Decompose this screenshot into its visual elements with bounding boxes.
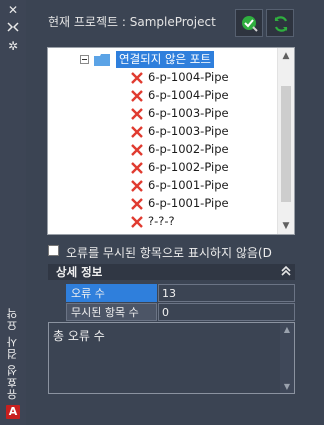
validation-tree[interactable]: 연결되지 않은 포트 6-p-1004-Pipe 6-p-1004-Pipe 6… bbox=[47, 47, 295, 235]
property-key: 무시된 항목 수 bbox=[66, 303, 157, 321]
validation-summary-panel: 현재 프로젝트 : SampleProject 연결되지 않은 포트 6-p-1… bbox=[26, 0, 324, 425]
scroll-up-arrow-icon[interactable]: ▲ bbox=[280, 325, 294, 334]
error-x-icon bbox=[131, 198, 143, 210]
close-icon[interactable]: ✕ bbox=[5, 4, 21, 16]
collapse-section-icon[interactable] bbox=[279, 265, 293, 279]
property-row-ignored-count[interactable]: 무시된 항목 수 0 bbox=[66, 303, 295, 321]
details-title: 상세 정보 bbox=[56, 265, 103, 279]
folder-icon bbox=[94, 54, 110, 66]
tree-scrollbar[interactable]: ▲ ▼ bbox=[277, 48, 294, 234]
tree-item-label: 6-p-1002-Pipe bbox=[148, 160, 229, 174]
error-x-icon bbox=[131, 144, 143, 156]
palette-title: 유효성 검사 요약 bbox=[6, 307, 19, 400]
tree-item-label: 6-p-1003-Pipe bbox=[148, 124, 229, 138]
validate-icon bbox=[242, 16, 258, 32]
error-x-icon bbox=[131, 162, 143, 174]
details-section-header[interactable]: 상세 정보 bbox=[48, 264, 295, 280]
current-project-label: 현재 프로젝트 : SampleProject bbox=[48, 15, 216, 29]
tree-item-label: 6-p-1002-Pipe bbox=[148, 142, 229, 156]
refresh-icon bbox=[274, 16, 288, 32]
tree-item-label: 6-p-1004-Pipe bbox=[148, 88, 229, 102]
tree-item-label: 6-p-1001-Pipe bbox=[148, 178, 229, 192]
collapse-node-icon[interactable] bbox=[80, 55, 89, 64]
description-scrollbar[interactable]: ▲ ▼ bbox=[280, 323, 294, 393]
palette-title-strip: ✕ ✲ 유효성 검사 요약 A bbox=[0, 0, 27, 425]
error-x-icon bbox=[131, 108, 143, 120]
ignore-checkbox[interactable] bbox=[48, 245, 59, 256]
error-x-icon bbox=[131, 180, 143, 192]
pin-icon[interactable] bbox=[5, 22, 21, 34]
tree-item-label: 6-p-1003-Pipe bbox=[148, 106, 229, 120]
scroll-up-arrow-icon[interactable]: ▲ bbox=[278, 48, 294, 64]
property-key: 오류 수 bbox=[66, 284, 157, 302]
property-value: 0 bbox=[158, 303, 295, 321]
scrollbar-thumb[interactable] bbox=[281, 86, 291, 202]
tree-item-label: ?-?-? bbox=[148, 214, 175, 228]
tree-item-label: 6-p-1004-Pipe bbox=[148, 70, 229, 84]
error-x-icon bbox=[131, 126, 143, 138]
property-description-text: 총 오류 수 bbox=[53, 329, 105, 343]
scroll-down-arrow-icon[interactable]: ▼ bbox=[278, 218, 294, 234]
error-x-icon bbox=[130, 233, 144, 235]
autocad-app-icon[interactable]: A bbox=[6, 405, 20, 419]
settings-icon[interactable]: ✲ bbox=[5, 40, 21, 52]
error-x-icon bbox=[131, 90, 143, 102]
error-x-icon bbox=[131, 216, 143, 228]
property-description-box: 총 오류 수 ▲ ▼ bbox=[48, 322, 295, 394]
ignore-checkbox-label: 오류를 무시된 항목으로 표시하지 않음(D bbox=[66, 246, 272, 260]
scroll-down-arrow-icon[interactable]: ▼ bbox=[280, 382, 294, 391]
property-row-error-count[interactable]: 오류 수 13 bbox=[66, 284, 295, 302]
tree-folder-label: 연결되지 않은 포트 bbox=[116, 51, 214, 68]
refresh-button[interactable] bbox=[266, 9, 294, 37]
property-value: 13 bbox=[158, 284, 295, 302]
tree-item-label: ?-?-? bbox=[148, 230, 175, 234]
error-x-icon bbox=[131, 72, 143, 84]
tree-item-label: 6-p-1001-Pipe bbox=[148, 196, 229, 210]
validate-button[interactable] bbox=[235, 9, 263, 37]
